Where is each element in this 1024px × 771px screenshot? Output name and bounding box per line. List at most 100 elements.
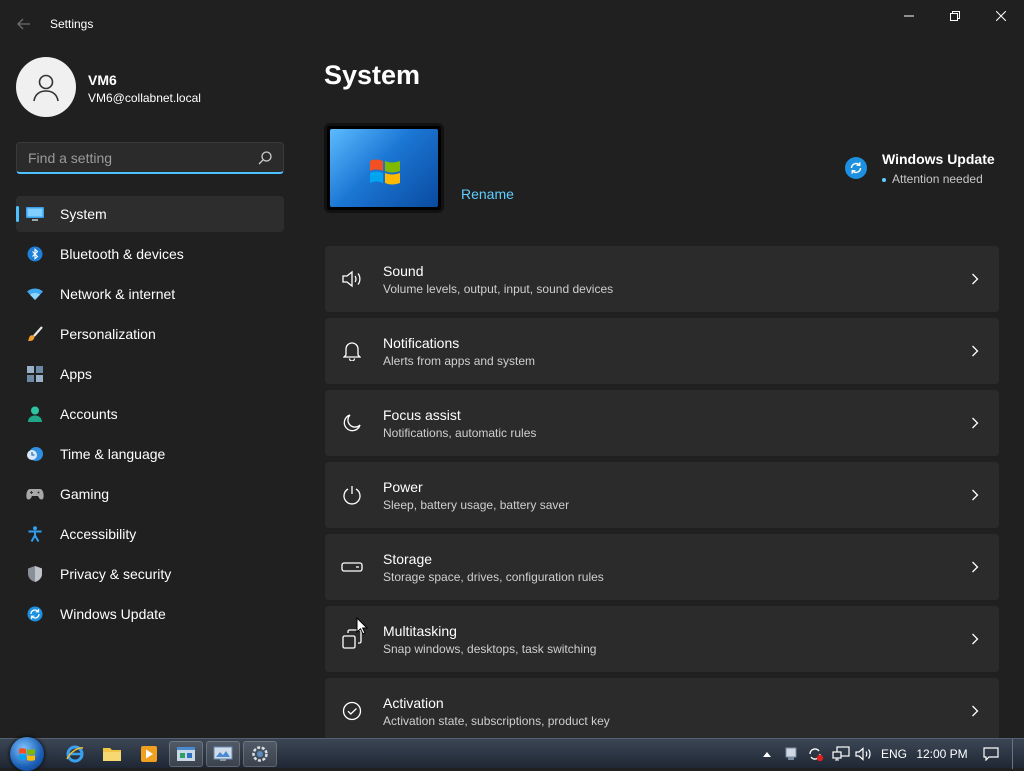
sidebar-item-label: Gaming — [60, 486, 110, 502]
tray-sync-status[interactable] — [806, 739, 826, 769]
card-multitasking[interactable]: Multitasking Snap windows, desktops, tas… — [325, 606, 999, 672]
media-player-icon — [141, 746, 157, 762]
back-button[interactable] — [12, 10, 36, 38]
flag-icon — [785, 747, 797, 760]
mouse-cursor-icon — [356, 617, 368, 635]
card-storage[interactable]: Storage Storage space, drives, configura… — [325, 534, 999, 600]
search-icon[interactable] — [257, 150, 273, 166]
chevron-up-icon — [763, 752, 771, 757]
chevron-right-icon — [969, 559, 981, 575]
brush-icon — [26, 325, 44, 343]
sidebar-item-apps[interactable]: Apps — [16, 356, 284, 392]
apps-icon — [26, 365, 44, 383]
windows-logo-icon — [370, 159, 400, 185]
chevron-right-icon — [969, 487, 981, 503]
card-power[interactable]: Power Sleep, battery usage, battery save… — [325, 462, 999, 528]
taskbar-remote-desktop[interactable] — [206, 741, 240, 767]
settings-app-icon — [252, 746, 268, 762]
card-title: Activation — [383, 695, 444, 711]
card-activation[interactable]: Activation Activation state, subscriptio… — [325, 678, 999, 744]
search-input[interactable] — [26, 143, 254, 173]
tray-clock[interactable]: 12:00 PM — [912, 739, 972, 769]
sidebar-item-label: Network & internet — [60, 286, 176, 302]
sidebar-item-label: Privacy & security — [60, 566, 172, 582]
show-desktop-button[interactable] — [1012, 739, 1024, 769]
back-arrow-icon — [17, 18, 30, 30]
bluetooth-icon — [26, 245, 44, 263]
card-sound[interactable]: Sound Volume levels, output, input, soun… — [325, 246, 999, 312]
sidebar-item-label: System — [60, 206, 107, 222]
rename-link[interactable]: Rename — [461, 186, 514, 202]
sidebar-item-bluetooth[interactable]: Bluetooth & devices — [16, 236, 284, 272]
start-button[interactable] — [10, 737, 44, 771]
card-focus-assist[interactable]: Focus assist Notifications, automatic ru… — [325, 390, 999, 456]
minimize-button[interactable] — [886, 0, 932, 32]
card-subtitle: Notifications, automatic rules — [383, 426, 537, 440]
power-icon — [341, 484, 363, 506]
settings-cards: Sound Volume levels, output, input, soun… — [325, 246, 999, 750]
card-subtitle: Volume levels, output, input, sound devi… — [383, 282, 614, 296]
taskbar: ENG 12:00 PM — [0, 737, 1024, 771]
taskbar-settings-app[interactable] — [243, 741, 277, 767]
search-box[interactable] — [16, 142, 284, 174]
message-icon — [983, 747, 999, 761]
close-icon — [996, 11, 1006, 21]
close-button[interactable] — [978, 0, 1024, 32]
maximize-button[interactable] — [932, 0, 978, 32]
monitor-icon — [26, 205, 44, 223]
tray-language[interactable]: ENG — [878, 739, 910, 769]
shield-icon — [26, 565, 44, 583]
device-thumbnail — [324, 123, 444, 213]
tray-show-hidden-button[interactable] — [760, 739, 774, 769]
card-notifications[interactable]: Notifications Alerts from apps and syste… — [325, 318, 999, 384]
volume-icon — [855, 747, 871, 761]
sidebar-item-label: Bluetooth & devices — [60, 246, 184, 262]
card-title: Storage — [383, 551, 433, 567]
tray-volume[interactable] — [854, 739, 874, 769]
windows-update-title[interactable]: Windows Update — [882, 151, 995, 167]
network-monitor-icon — [832, 746, 850, 761]
windows-update-status-icon[interactable] — [845, 157, 867, 179]
app-title: Settings — [50, 17, 94, 31]
accessibility-icon — [26, 525, 44, 543]
sidebar-item-label: Personalization — [60, 326, 156, 342]
page-title: System — [324, 60, 421, 90]
remote-desktop-icon — [213, 746, 233, 761]
app-window-icon — [177, 747, 195, 761]
card-title: Focus assist — [383, 407, 461, 423]
sidebar-item-network[interactable]: Network & internet — [16, 276, 284, 312]
taskbar-internet-explorer[interactable] — [58, 741, 92, 767]
wifi-icon — [26, 285, 44, 303]
sidebar-item-accounts[interactable]: Accounts — [16, 396, 284, 432]
tray-action-center[interactable] — [782, 739, 800, 769]
card-title: Notifications — [383, 335, 460, 351]
card-subtitle: Storage space, drives, configuration rul… — [383, 570, 604, 584]
chevron-right-icon — [969, 343, 981, 359]
taskbar-file-explorer[interactable] — [95, 741, 129, 767]
sidebar-item-time-language[interactable]: Time & language — [16, 436, 284, 472]
card-subtitle: Activation state, subscriptions, product… — [383, 714, 610, 728]
bell-icon — [341, 340, 363, 362]
tray-network[interactable] — [830, 739, 852, 769]
moon-icon — [341, 412, 363, 434]
sidebar-item-label: Accessibility — [60, 526, 137, 542]
chevron-right-icon — [969, 415, 981, 431]
sidebar-item-accessibility[interactable]: Accessibility — [16, 516, 284, 552]
sidebar-item-windows-update[interactable]: Windows Update — [16, 596, 284, 632]
tray-notifications[interactable] — [978, 739, 1004, 769]
taskbar-app-window[interactable] — [169, 741, 203, 767]
avatar[interactable] — [16, 57, 76, 117]
restore-icon — [950, 11, 960, 21]
clock-globe-icon — [26, 445, 44, 463]
sidebar-nav: System Bluetooth & devices Network & int… — [16, 196, 284, 636]
card-title: Power — [383, 479, 423, 495]
sidebar-item-personalization[interactable]: Personalization — [16, 316, 284, 352]
check-circle-icon — [341, 700, 363, 722]
sidebar-item-privacy-security[interactable]: Privacy & security — [16, 556, 284, 592]
status-dot-icon — [882, 177, 886, 182]
sidebar-item-gaming[interactable]: Gaming — [16, 476, 284, 512]
chevron-right-icon — [969, 271, 981, 287]
user-email: VM6@collabnet.local — [88, 91, 201, 105]
sidebar-item-system[interactable]: System — [16, 196, 284, 232]
taskbar-media-player[interactable] — [132, 741, 166, 767]
